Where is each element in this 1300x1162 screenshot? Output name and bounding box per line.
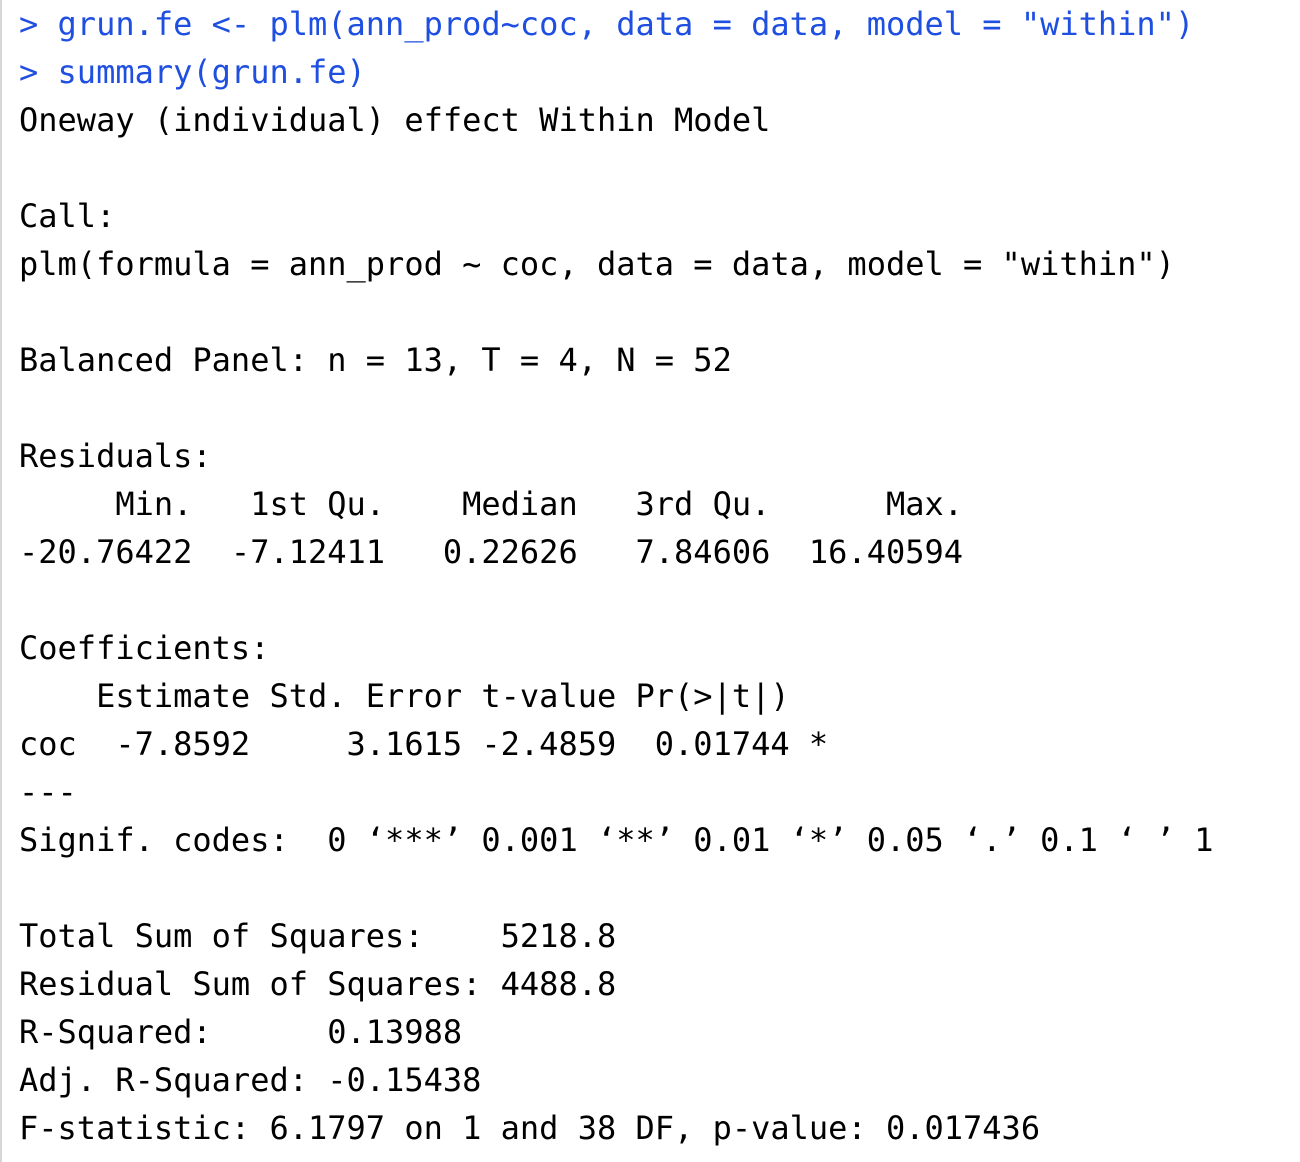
- panel-info: Balanced Panel: n = 13, T = 4, N = 52: [19, 341, 732, 379]
- coefficients-header: Coefficients:: [19, 629, 270, 667]
- command-text: summary(grun.fe): [57, 53, 366, 91]
- command-text: grun.fe <- plm(ann_prod~coc, data = data…: [57, 5, 1195, 43]
- prompt-symbol: >: [19, 5, 58, 43]
- command-line: > summary(grun.fe): [19, 48, 1300, 96]
- call-header: Call:: [19, 197, 116, 235]
- separator: ---: [19, 773, 77, 811]
- coefficients-columns: Estimate Std. Error t-value Pr(>|t|): [19, 677, 829, 715]
- prompt-symbol: >: [19, 53, 58, 91]
- residuals-values: -20.76422 -7.12411 0.22626 7.84606 16.40…: [19, 533, 983, 571]
- model-title: Oneway (individual) effect Within Model: [19, 101, 771, 139]
- signif-codes: Signif. codes: 0 ‘***’ 0.001 ‘**’ 0.01 ‘…: [19, 821, 1214, 859]
- r-console[interactable]: > grun.fe <- plm(ann_prod~coc, data = da…: [0, 0, 1300, 1162]
- residual-sum-of-squares: Residual Sum of Squares: 4488.8: [19, 965, 617, 1003]
- call-text: plm(formula = ann_prod ~ coc, data = dat…: [19, 245, 1175, 283]
- r-squared: R-Squared: 0.13988: [19, 1013, 463, 1051]
- adj-r-squared: Adj. R-Squared: -0.15438: [19, 1061, 482, 1099]
- total-sum-of-squares: Total Sum of Squares: 5218.8: [19, 917, 617, 955]
- command-line: > grun.fe <- plm(ann_prod~coc, data = da…: [19, 0, 1300, 48]
- f-statistic: F-statistic: 6.1797 on 1 and 38 DF, p-va…: [19, 1109, 1041, 1147]
- residuals-header: Residuals:: [19, 437, 212, 475]
- coefficients-row: coc -7.8592 3.1615 -2.4859 0.01744 *: [19, 725, 829, 763]
- residuals-labels: Min. 1st Qu. Median 3rd Qu. Max.: [19, 485, 983, 523]
